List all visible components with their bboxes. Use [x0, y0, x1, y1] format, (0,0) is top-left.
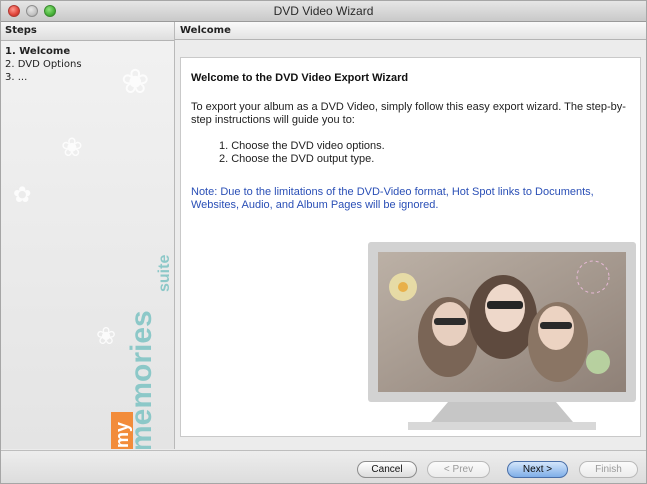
steps-sidebar: Steps 1. Welcome 2. DVD Options 3. ... ❀…	[1, 22, 175, 449]
prev-button[interactable]: < Prev	[427, 461, 490, 478]
logo-word: memories	[125, 310, 158, 449]
instruction-item: 2. Choose the DVD output type.	[219, 153, 375, 165]
dvd-video-wizard-window: DVD Video Wizard Steps 1. Welcome 2. DVD…	[0, 0, 647, 484]
my-memories-suite-logo: my memories suite	[111, 255, 173, 449]
welcome-title: Welcome to the DVD Video Export Wizard	[191, 72, 409, 84]
page-header: Welcome	[175, 22, 646, 40]
instructions-list: 1. Choose the DVD video options. 2. Choo…	[219, 140, 385, 166]
flower-decoration-icon: ✿	[13, 182, 32, 207]
instruction-item: 1. Choose the DVD video options.	[219, 140, 385, 152]
flower-decoration-icon: ❀	[61, 132, 83, 162]
button-bar: Cancel < Prev Next > Finish	[1, 450, 646, 483]
welcome-panel: Welcome to the DVD Video Export Wizard T…	[180, 57, 641, 437]
tv-illustration	[368, 242, 636, 430]
step-welcome: 1. Welcome	[5, 46, 71, 57]
limitations-note: Note: Due to the limitations of the DVD-…	[191, 186, 594, 211]
title-bar[interactable]: DVD Video Wizard	[1, 1, 646, 22]
next-button[interactable]: Next >	[507, 461, 568, 478]
finish-button[interactable]: Finish	[579, 461, 638, 478]
intro-text: To export your album as a DVD Video, sim…	[191, 101, 626, 126]
steps-header: Steps	[1, 22, 174, 41]
flower-decoration-icon: ❀	[121, 63, 150, 101]
window-title: DVD Video Wizard	[273, 4, 374, 18]
logo-suffix: suite	[156, 255, 173, 292]
cancel-button[interactable]: Cancel	[357, 461, 417, 478]
